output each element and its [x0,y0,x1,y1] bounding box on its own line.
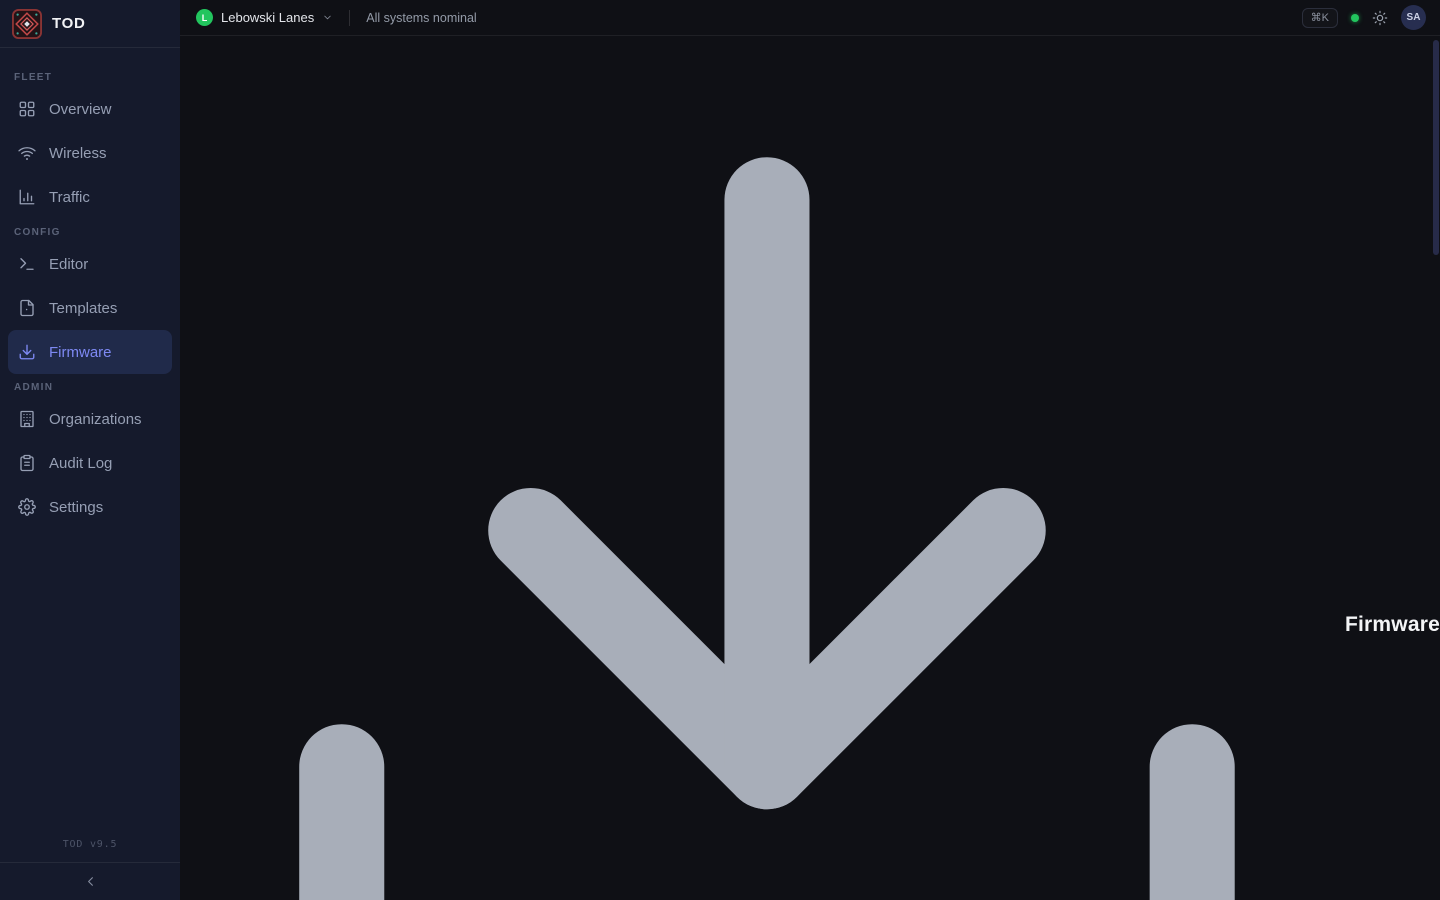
topbar-divider [349,10,350,26]
scrollbar-thumb[interactable] [1433,40,1439,255]
org-switcher[interactable]: L Lebowski Lanes [196,9,333,26]
sidebar-item-overview[interactable]: Overview [8,87,172,131]
file-code-icon [18,299,36,317]
logo-row: TOD [0,0,180,48]
sun-icon [1372,10,1388,26]
topbar-right: ⌘K SA [1302,5,1426,30]
page-title: Firmware [1345,613,1440,637]
tod-logo-icon [12,9,42,39]
building-icon [18,410,36,428]
nav-section-label-admin: ADMIN [0,374,180,397]
chevron-down-icon [322,12,333,23]
sidebar-item-label: Editor [49,256,88,273]
sidebar-item-label: Firmware [49,344,112,361]
wifi-icon [18,144,36,162]
sidebar-item-traffic[interactable]: Traffic [8,175,172,219]
sidebar-item-templates[interactable]: Templates [8,286,172,330]
page-title-row: Firmware [200,58,1440,900]
app-name: TOD [52,15,86,32]
chevron-left-icon [83,874,98,889]
bar-chart-icon [18,188,36,206]
clipboard-list-icon [18,454,36,472]
sidebar: TOD FLEET Overview Wireless Traffic CONFIG Ed… [0,0,180,900]
sidebar-item-label: Traffic [49,189,90,206]
sidebar-item-audit-log[interactable]: Audit Log [8,441,172,485]
sidebar-item-label: Wireless [49,145,107,162]
sidebar-item-label: Overview [49,101,112,118]
download-icon [200,58,1334,900]
org-name: Lebowski Lanes [221,10,314,25]
sidebar-collapse-button[interactable] [0,862,180,900]
sidebar-item-label: Organizations [49,411,142,428]
sidebar-item-editor[interactable]: Editor [8,242,172,286]
app-version: TOD v9.5 [0,839,180,862]
terminal-icon [18,255,36,273]
main-area: L Lebowski Lanes All systems nominal ⌘K … [180,0,1440,900]
sidebar-item-label: Settings [49,499,103,516]
layout-grid-icon [18,100,36,118]
settings-gear-icon [18,498,36,516]
sidebar-item-firmware[interactable]: Firmware [8,330,172,374]
app-root: TOD FLEET Overview Wireless Traffic CONFIG Ed… [0,0,1440,900]
sidebar-item-label: Audit Log [49,455,112,472]
topbar: L Lebowski Lanes All systems nominal ⌘K … [180,0,1440,36]
sidebar-item-organizations[interactable]: Organizations [8,397,172,441]
sidebar-nav: FLEET Overview Wireless Traffic CONFIG Editor… [0,48,180,839]
sidebar-item-label: Templates [49,300,117,317]
sidebar-item-settings[interactable]: Settings [8,485,172,529]
theme-toggle-button[interactable] [1372,10,1388,26]
sidebar-item-wireless[interactable]: Wireless [8,131,172,175]
download-icon [18,343,36,361]
command-palette-shortcut[interactable]: ⌘K [1302,8,1338,28]
nav-section-label-config: CONFIG [0,219,180,242]
systems-status-text: All systems nominal [366,11,476,25]
health-status-dot [1351,14,1359,22]
org-avatar: L [196,9,213,26]
nav-section-label-fleet: FLEET [0,64,180,87]
user-avatar[interactable]: SA [1401,5,1426,30]
content: Firmware 49Total Devices49Up to Date0Out… [180,36,1440,900]
